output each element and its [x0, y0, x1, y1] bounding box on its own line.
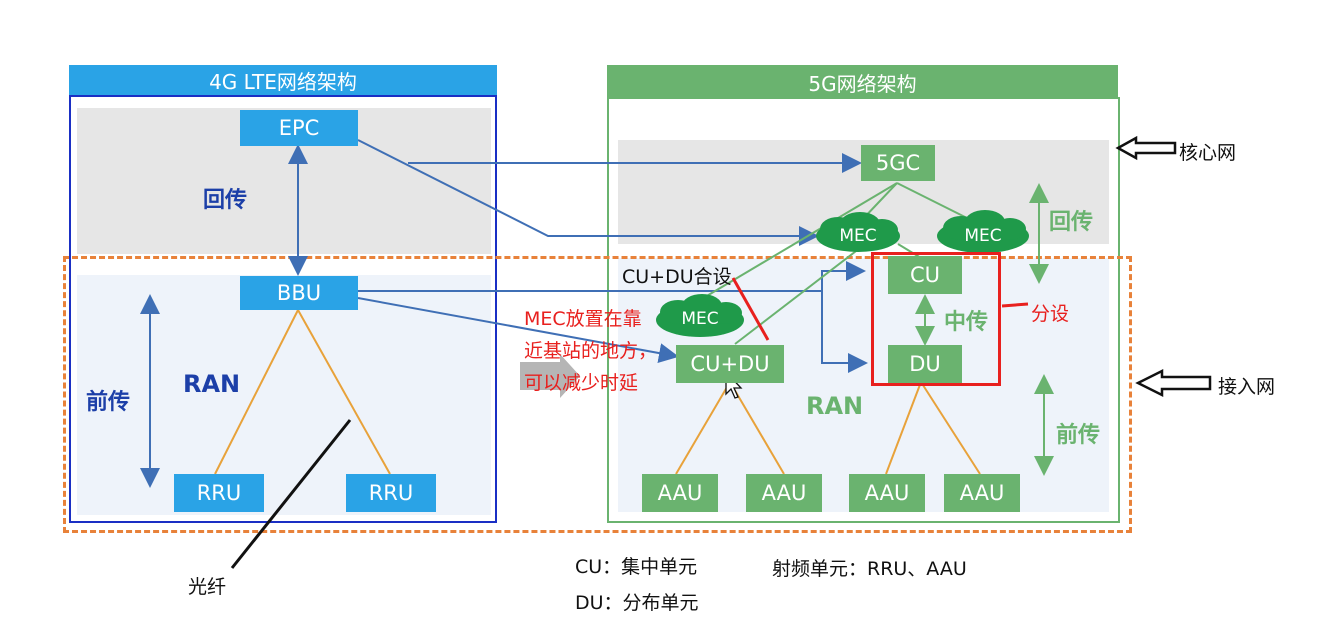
- mec-note: MEC放置在靠 近基站的地方， 可以减少时延: [524, 303, 657, 399]
- lte-fronthaul-label: 前传: [86, 390, 131, 415]
- rf-unit-definition: 射频单元：RRU、AAU: [772, 558, 967, 580]
- cudu-colocated-label: CU+DU合设: [622, 266, 732, 288]
- aau-node-3: AAU: [849, 474, 925, 512]
- aau-node-4: AAU: [944, 474, 1020, 512]
- bbu-to-du-line: [821, 291, 868, 373]
- aau-node-2: AAU: [746, 474, 822, 512]
- separate-annotation-line: [1001, 302, 1029, 308]
- rru-right-node: RRU: [346, 474, 436, 512]
- cu-definition: CU：集中单元: [575, 556, 698, 578]
- nr-fronthaul-label: 前传: [1056, 423, 1101, 448]
- lte-backhaul-label: 回传: [203, 188, 248, 213]
- 5gc-node: 5GC: [861, 145, 935, 181]
- lte-ran-label: RAN: [183, 370, 241, 398]
- fiber-label: 光纤: [188, 576, 227, 598]
- mec-note-line-3: 可以减少时延: [524, 372, 639, 394]
- mec-cloud-2: MEC: [964, 226, 1002, 246]
- mec-note-line-1: MEC放置在靠: [524, 308, 642, 330]
- rru-left-node: RRU: [174, 474, 264, 512]
- cudu-node: CU+DU: [676, 345, 784, 383]
- nr-backhaul-label: 回传: [1049, 210, 1094, 235]
- bbu-node: BBU: [240, 276, 358, 310]
- epc-to-mec-line: [357, 139, 819, 246]
- core-network-arrow: [1115, 135, 1177, 161]
- mec-cloud-3: MEC: [681, 309, 719, 329]
- bbu-to-cu-line: [358, 261, 866, 292]
- nr-ran-label: RAN: [806, 392, 864, 420]
- access-network-label: 接入网: [1218, 376, 1276, 398]
- access-network-arrow: [1135, 368, 1212, 398]
- cu-du-separate-highlight: [871, 252, 1001, 386]
- separate-label: 分设: [1031, 303, 1070, 325]
- epc-node: EPC: [240, 110, 358, 146]
- du-definition: DU：分布单元: [575, 592, 699, 614]
- mec-cloud-1: MEC: [839, 226, 877, 246]
- core-network-label: 核心网: [1179, 142, 1237, 164]
- aau-node-1: AAU: [642, 474, 718, 512]
- mec-note-line-2: 近基站的地方，: [524, 340, 658, 362]
